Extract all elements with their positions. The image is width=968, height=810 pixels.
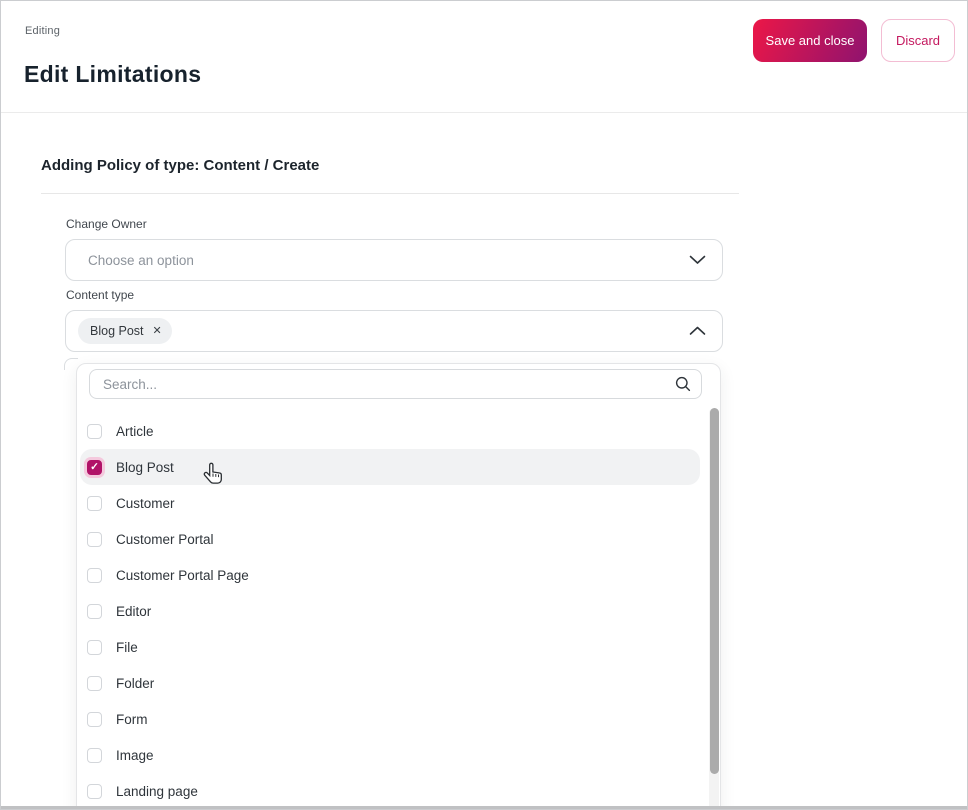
- change-owner-select[interactable]: Choose an option: [65, 239, 723, 281]
- policy-section-heading: Adding Policy of type: Content / Create: [41, 157, 320, 174]
- remove-chip-icon[interactable]: ✕: [153, 325, 162, 337]
- option-row[interactable]: ✓ Image: [80, 737, 700, 773]
- chevron-down-icon: [689, 255, 706, 264]
- chip-label: Blog Post: [90, 324, 144, 338]
- window-bottom-edge: [1, 806, 967, 809]
- search-input[interactable]: [90, 370, 675, 398]
- option-row[interactable]: ✓ Customer Portal: [80, 521, 700, 557]
- scrollbar-thumb[interactable]: [709, 408, 719, 774]
- discard-button[interactable]: Discard: [881, 19, 955, 62]
- option-row[interactable]: ✓ Folder: [80, 665, 700, 701]
- option-checkbox[interactable]: ✓: [87, 675, 102, 691]
- search-icon: [675, 376, 691, 392]
- blog-post-chip: Blog Post ✕: [78, 318, 172, 344]
- checkmark-icon: ✓: [90, 460, 99, 473]
- content-type-label: Content type: [66, 288, 135, 302]
- option-row[interactable]: ✓ Form: [80, 701, 700, 737]
- option-label: Customer: [116, 495, 175, 511]
- option-label: Customer Portal Page: [116, 567, 249, 583]
- option-checkbox[interactable]: ✓: [87, 495, 102, 511]
- option-label: File: [116, 639, 138, 655]
- option-checkbox[interactable]: ✓: [87, 603, 102, 619]
- option-checkbox[interactable]: ✓: [87, 711, 102, 727]
- option-checkbox[interactable]: ✓: [87, 747, 102, 763]
- save-and-close-button[interactable]: Save and close: [753, 19, 867, 62]
- dropdown-scrollbar[interactable]: [709, 408, 719, 809]
- option-checkbox[interactable]: ✓: [87, 459, 102, 475]
- option-label: Customer Portal: [116, 531, 214, 547]
- option-label: Form: [116, 711, 148, 727]
- option-checkbox[interactable]: ✓: [87, 567, 102, 583]
- option-label: Landing page: [116, 783, 198, 799]
- option-label: Editor: [116, 603, 152, 619]
- option-row[interactable]: ✓ Landing page: [80, 773, 700, 809]
- option-checkbox[interactable]: ✓: [87, 423, 102, 439]
- option-row[interactable]: ✓ Customer Portal Page: [80, 557, 700, 593]
- option-checkbox[interactable]: ✓: [87, 531, 102, 547]
- option-label: Article: [116, 423, 154, 439]
- option-row[interactable]: ✓ Article: [80, 413, 700, 449]
- chevron-up-icon: [689, 326, 706, 335]
- page-header: Editing Edit Limitations Save and close …: [1, 1, 967, 113]
- change-owner-placeholder: Choose an option: [88, 252, 194, 268]
- content-type-multiselect[interactable]: Blog Post ✕: [65, 310, 723, 352]
- option-label: Image: [116, 747, 154, 763]
- option-row[interactable]: ✓ File: [80, 629, 700, 665]
- app-window: Editing Edit Limitations Save and close …: [0, 0, 968, 810]
- search-field: [89, 369, 702, 399]
- option-row[interactable]: ✓ Editor: [80, 593, 700, 629]
- content-type-dropdown: ✓ Article ✓ Blog Post ✓ Customer ✓: [76, 363, 721, 809]
- option-checkbox[interactable]: ✓: [87, 783, 102, 799]
- option-row[interactable]: ✓ Customer: [80, 485, 700, 521]
- change-owner-label: Change Owner: [66, 217, 147, 231]
- option-checkbox[interactable]: ✓: [87, 639, 102, 655]
- page-title: Edit Limitations: [24, 61, 202, 87]
- editing-status-label: Editing: [25, 25, 61, 37]
- option-list: ✓ Article ✓ Blog Post ✓ Customer ✓: [80, 413, 700, 809]
- option-row[interactable]: ✓ Blog Post: [80, 449, 700, 485]
- option-label: Folder: [116, 675, 155, 691]
- option-label: Blog Post: [116, 459, 174, 475]
- section-divider: [41, 193, 739, 194]
